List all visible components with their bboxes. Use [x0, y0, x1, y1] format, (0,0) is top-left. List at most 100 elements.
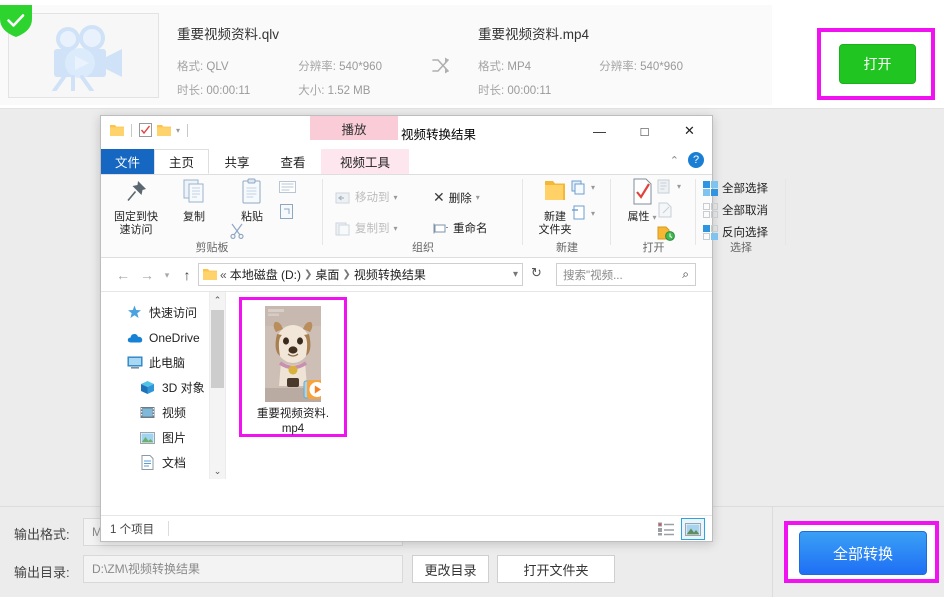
delete-button[interactable]: ✕ 删除 ▾ [433, 189, 480, 206]
sidebar-item-videos[interactable]: 视频 [101, 400, 211, 425]
window-controls[interactable]: — □ ✕ [577, 116, 712, 146]
paste-shortcut-icon[interactable] [279, 203, 294, 220]
properties-icon[interactable] [139, 123, 152, 137]
quick-access-toolbar[interactable]: ▾ [110, 123, 190, 137]
copy-path-icon[interactable] [279, 181, 296, 195]
breadcrumb-item-2[interactable]: 视频转换结果 [354, 266, 426, 283]
chevron-down-icon[interactable]: ▾ [176, 126, 180, 135]
nav-pane-scrollbar[interactable]: ⌃ ⌄ [209, 292, 225, 479]
file-explorer-window[interactable]: 播放 ▾ 视频转换结果 — □ ✕ 文件 主页 共享 查看 视频工具 ⌃ ? 固… [100, 115, 786, 542]
file-card[interactable]: 重要视频资料.qlv 格式: QLV 分辨率: 540*960 时长: 00:0… [0, 5, 772, 105]
chevron-up-icon[interactable]: ⌃ [670, 154, 679, 167]
pin-to-quick-access-button[interactable]: 固定到快 速访问 [107, 178, 165, 237]
sidebar-label: 文档 [162, 456, 187, 470]
move-to-button[interactable]: 移动到 ▾ [335, 189, 398, 205]
invert-selection-button[interactable]: 反向选择 [703, 224, 768, 240]
open-button[interactable]: 打开 [839, 44, 916, 84]
chevron-down-icon[interactable]: ▾ [591, 209, 595, 218]
select-group-label: 选择 [730, 242, 752, 254]
minimize-button[interactable]: — [577, 116, 622, 146]
tab-home[interactable]: 主页 [154, 149, 209, 174]
select-all-button[interactable]: 全部选择 [703, 180, 768, 196]
chevron-right-icon[interactable]: ❯ [304, 269, 312, 280]
copy-button[interactable]: 复制 [165, 178, 223, 224]
easy-access-icon[interactable]: ▾ [571, 205, 595, 221]
arrow-left-icon[interactable]: ← [113, 266, 133, 284]
output-dir-label: 输出目录: [14, 565, 70, 580]
list-item[interactable]: 重要视频资料. mp4 [250, 306, 336, 437]
paste-button[interactable]: 粘贴 [223, 178, 281, 224]
sidebar-label: 快速访问 [149, 306, 198, 320]
sidebar-item-onedrive[interactable]: OneDrive [101, 325, 211, 350]
ribbon-tabs[interactable]: 文件 主页 共享 查看 视频工具 ⌃ ? [101, 149, 712, 175]
search-input[interactable]: 搜索"视频... ⌕ [556, 263, 696, 286]
select-none-button[interactable]: 全部取消 [703, 202, 768, 218]
breadcrumb-item-0[interactable]: 本地磁盘 (D:) [230, 266, 301, 283]
chevron-down-icon[interactable]: ▾ [653, 213, 657, 222]
edit-icon[interactable] [657, 202, 673, 218]
breadcrumb-overflow[interactable]: « [220, 268, 227, 282]
breadcrumb-item-1[interactable]: 桌面 [315, 266, 339, 283]
tab-share[interactable]: 共享 [209, 149, 265, 174]
recent-locations-icon[interactable]: ▾ [157, 266, 177, 284]
sidebar-item-3d-objects[interactable]: 3D 对象 [101, 375, 211, 400]
sidebar-item-quick-access[interactable]: 快速访问 [101, 300, 211, 325]
target-format-label: 格式: [478, 61, 505, 73]
chevron-down-icon[interactable]: ▾ [394, 193, 398, 202]
maximize-button[interactable]: □ [622, 116, 667, 146]
search-placeholder: 搜索"视频... [563, 269, 623, 282]
scroll-up-icon[interactable]: ⌃ [210, 292, 225, 308]
output-format-label: 输出格式: [14, 527, 70, 542]
chevron-down-icon[interactable]: ▾ [677, 182, 681, 191]
sidebar-label: 3D 对象 [162, 381, 205, 395]
pin-icon [107, 178, 165, 208]
file-content-pane[interactable]: 重要视频资料. mp4 [226, 292, 712, 479]
arrow-up-icon[interactable]: ↑ [177, 266, 197, 284]
search-icon[interactable]: ⌕ [682, 267, 689, 282]
source-format-label: 格式: [177, 61, 204, 73]
tab-view[interactable]: 查看 [265, 149, 321, 174]
change-dir-button[interactable]: 更改目录 [412, 555, 489, 583]
open-folder-button[interactable]: 打开文件夹 [497, 555, 615, 583]
rename-button[interactable]: 重命名 [433, 220, 488, 236]
scroll-down-icon[interactable]: ⌄ [210, 463, 225, 479]
video-camera-icon [51, 24, 122, 91]
close-button[interactable]: ✕ [667, 116, 712, 146]
chevron-down-icon[interactable]: ▾ [394, 224, 398, 233]
ribbon-group-new: 新建 文件夹 ▾ ▾ 新建 [523, 175, 611, 257]
pin-label-1: 固定到快 [114, 211, 158, 223]
help-icon[interactable]: ? [688, 152, 704, 168]
open-with-icon[interactable]: ▾ [657, 179, 681, 194]
scrollbar-thumb[interactable] [211, 310, 224, 388]
folder-icon[interactable] [110, 124, 124, 137]
computer-icon [126, 354, 143, 371]
navigation-pane: 快速访问 OneDrive 此电脑 3D 对象 视频 图片 文档 [101, 292, 211, 479]
new-item-icon[interactable]: ▾ [571, 180, 595, 195]
check-badge [0, 5, 32, 37]
sidebar-label: 视频 [162, 406, 187, 420]
chevron-right-icon[interactable]: ❯ [342, 269, 350, 280]
convert-all-button[interactable]: 全部转换 [799, 531, 927, 575]
cut-icon[interactable] [229, 223, 245, 239]
large-icons-view-icon[interactable] [681, 518, 705, 540]
copy-to-button[interactable]: 复制到 ▾ [335, 220, 398, 236]
picture-icon [139, 429, 156, 446]
breadcrumb[interactable]: « 本地磁盘 (D:) ❯ 桌面 ❯ 视频转换结果 ▾ [198, 263, 523, 286]
chevron-down-icon[interactable]: ▾ [476, 193, 480, 202]
sidebar-item-this-pc[interactable]: 此电脑 [101, 350, 211, 375]
details-view-icon[interactable] [655, 519, 677, 539]
arrow-right-icon[interactable]: → [137, 266, 157, 284]
view-mode-buttons[interactable] [655, 518, 705, 540]
shuffle-icon[interactable] [430, 55, 452, 77]
tab-file[interactable]: 文件 [101, 149, 154, 174]
chevron-down-icon[interactable]: ▾ [591, 183, 595, 192]
tab-video-tools[interactable]: 视频工具 [321, 149, 409, 174]
play-overlay-icon [303, 379, 321, 402]
sidebar-item-documents[interactable]: 文档 [101, 450, 211, 475]
refresh-icon[interactable]: ↻ [531, 265, 542, 281]
output-dir-input[interactable]: D:\ZM\视频转换结果 [83, 555, 403, 583]
chevron-down-icon[interactable]: ▾ [513, 269, 518, 280]
new-folder-label-2: 文件夹 [538, 224, 572, 236]
sidebar-item-pictures[interactable]: 图片 [101, 425, 211, 450]
new-folder-icon[interactable] [157, 124, 171, 137]
